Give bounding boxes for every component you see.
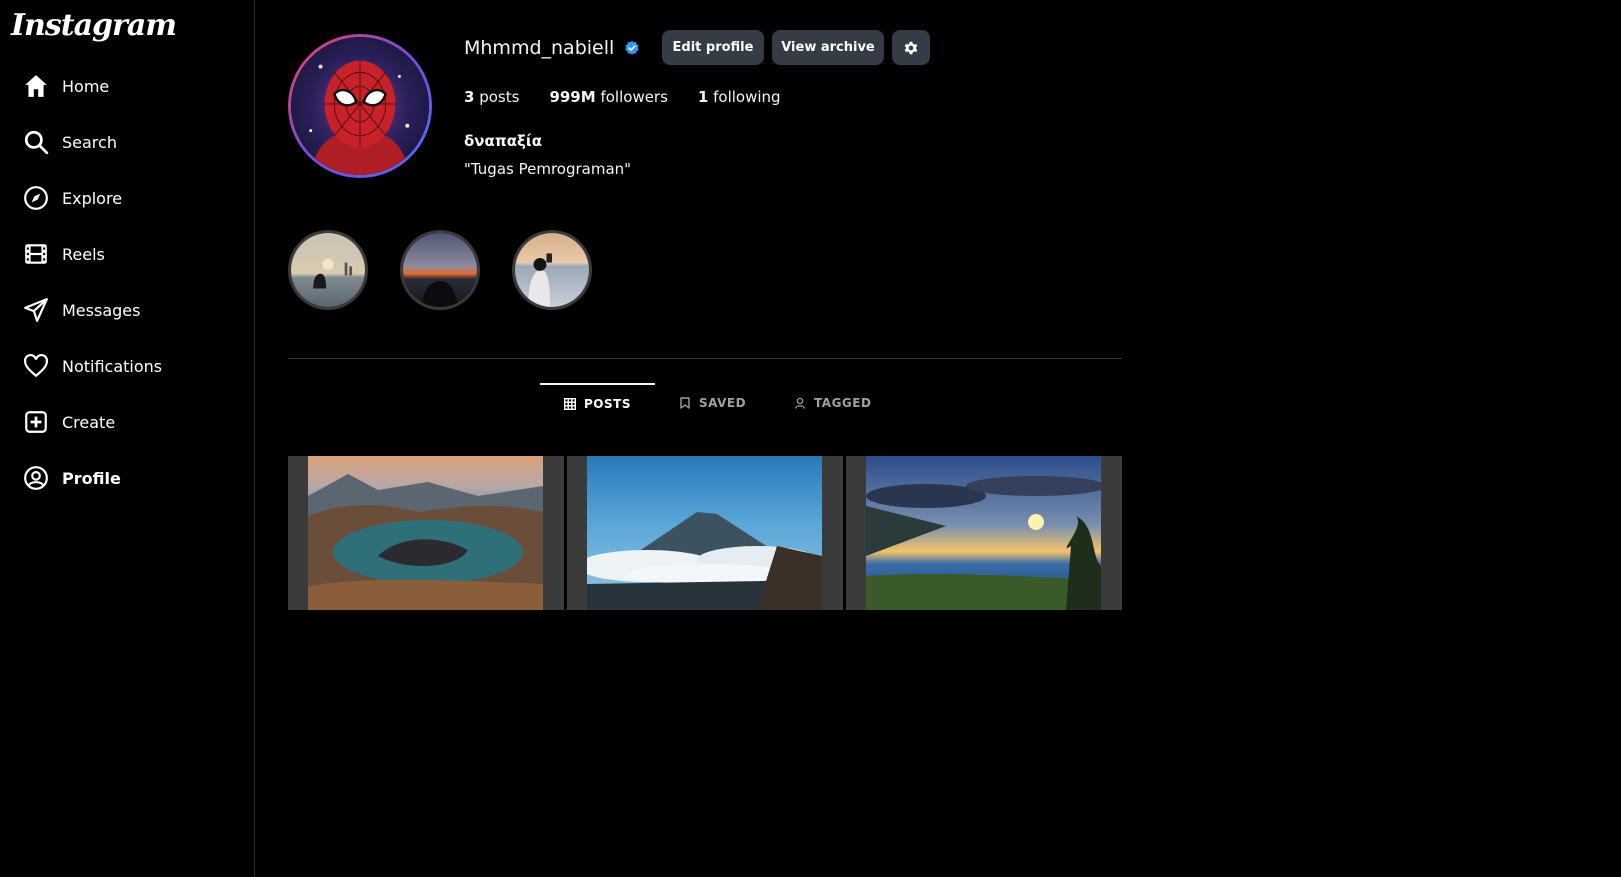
view-archive-button[interactable]: View archive	[772, 30, 884, 65]
post-image-volcano-clouds	[587, 456, 822, 610]
sidebar-item-create[interactable]: Create	[22, 404, 242, 440]
profile-bio: "Tugas Pemrograman"	[464, 160, 632, 178]
sidebar-item-label: Explore	[62, 188, 123, 208]
profile-avatar[interactable]	[288, 34, 432, 178]
reels-icon	[22, 240, 50, 268]
sidebar: Instagram Home Search Explore Reels Mess…	[0, 0, 255, 877]
section-divider	[288, 358, 1122, 359]
tab-saved[interactable]: SAVED	[655, 383, 770, 423]
post-image-crater-lake	[308, 456, 543, 610]
post-image-lake-sunset	[866, 456, 1101, 610]
user-circle-icon	[22, 464, 50, 492]
sidebar-item-label: Notifications	[62, 356, 163, 376]
highlight-dusk-silhouette	[403, 233, 477, 307]
post-thumbnail[interactable]	[846, 456, 1122, 610]
tab-tagged[interactable]: TAGGED	[770, 383, 895, 423]
profile-username-row: Mhmmd_nabiell	[464, 37, 640, 59]
settings-button[interactable]	[892, 30, 930, 65]
sidebar-item-label: Create	[62, 412, 116, 432]
highlight-sunset-girl	[291, 233, 365, 307]
send-icon	[22, 296, 50, 324]
grid-icon	[564, 398, 576, 410]
sidebar-item-search[interactable]: Search	[22, 124, 242, 160]
sidebar-item-label: Messages	[62, 300, 141, 320]
sidebar-item-notifications[interactable]: Notifications	[22, 348, 242, 384]
posts-count[interactable]: 3 posts	[464, 88, 519, 106]
spiderman-avatar-image	[291, 37, 429, 175]
story-highlight[interactable]	[512, 230, 592, 310]
search-icon	[22, 128, 50, 156]
story-highlight[interactable]	[288, 230, 368, 310]
home-icon	[22, 72, 50, 100]
bookmark-icon	[679, 397, 691, 409]
sidebar-item-home[interactable]: Home	[22, 68, 242, 104]
sidebar-item-profile[interactable]: Profile	[22, 460, 242, 496]
following-count[interactable]: 1 following	[698, 88, 781, 106]
followers-count[interactable]: 999M followers	[549, 88, 667, 106]
person-icon	[794, 397, 806, 409]
profile-full-name: δναπαξία	[464, 132, 543, 150]
sidebar-item-explore[interactable]: Explore	[22, 180, 242, 216]
profile-username: Mhmmd_nabiell	[464, 37, 615, 59]
plus-square-icon	[22, 408, 50, 436]
heart-icon	[22, 352, 50, 380]
edit-profile-button[interactable]: Edit profile	[662, 30, 764, 65]
sidebar-item-messages[interactable]: Messages	[22, 292, 242, 328]
sidebar-item-label: Reels	[62, 244, 105, 264]
post-thumbnail[interactable]	[567, 456, 843, 610]
sidebar-item-reels[interactable]: Reels	[22, 236, 242, 272]
tab-posts[interactable]: POSTS	[540, 383, 655, 423]
sidebar-item-label: Profile	[62, 468, 121, 488]
profile-stats: 3 posts 999M followers 1 following	[464, 88, 811, 106]
post-thumbnail[interactable]	[288, 456, 564, 610]
story-highlight[interactable]	[400, 230, 480, 310]
instagram-logo[interactable]: Instagram	[11, 8, 177, 43]
sidebar-item-label: Search	[62, 132, 117, 152]
gear-icon	[904, 41, 918, 54]
verified-badge-icon	[625, 40, 639, 55]
profile-tabs: POSTS SAVED TAGGED	[540, 383, 895, 423]
compass-icon	[22, 184, 50, 212]
sidebar-item-label: Home	[62, 76, 110, 96]
highlight-beach-photo	[515, 233, 589, 307]
